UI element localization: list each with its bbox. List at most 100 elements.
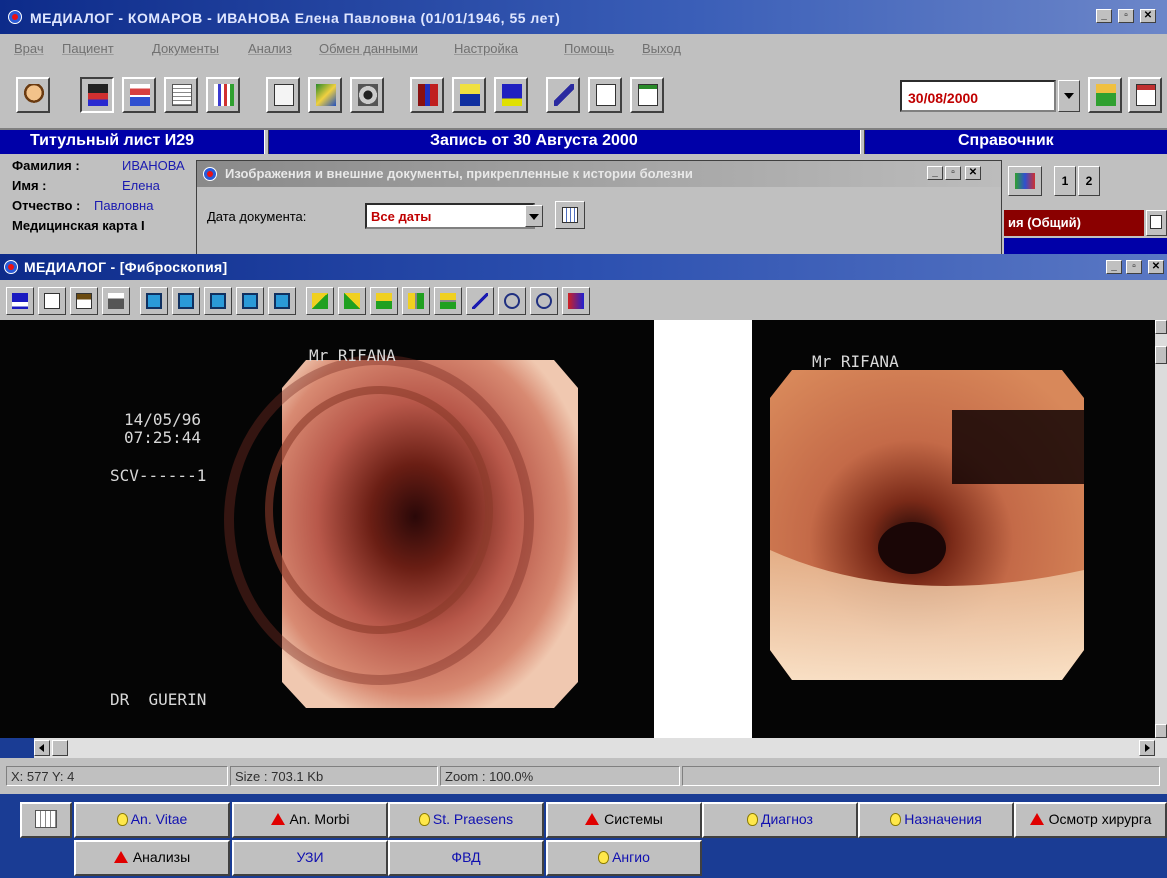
grid-view-button[interactable]: [20, 802, 72, 838]
dialog-close-button[interactable]: ✕: [965, 166, 981, 180]
dialog-maximize-button[interactable]: ▫: [945, 166, 961, 180]
vertical-scroll-thumb[interactable]: [1155, 346, 1167, 364]
color-adjust-icon: [568, 293, 584, 309]
menu-item-documents[interactable]: Документы: [152, 41, 219, 56]
row2-tab-3[interactable]: Ангио: [546, 840, 702, 876]
save-button[interactable]: [6, 287, 34, 315]
doctor-face-button[interactable]: [16, 77, 50, 113]
print-button[interactable]: [102, 287, 130, 315]
dialog-minimize-button[interactable]: _: [927, 166, 943, 180]
reference-label[interactable]: Справочник: [958, 132, 1054, 150]
document-date-dropdown[interactable]: [525, 205, 543, 227]
flip-vertical-button[interactable]: [434, 287, 462, 315]
documents-dialog-title[interactable]: Изображения и внешние документы, прикреп…: [197, 161, 1001, 187]
maximize-button[interactable]: ▫: [1118, 9, 1134, 23]
fibroscopy-title-bar[interactable]: МЕДИАЛОГ - [Фиброскопия] _ ▫ ✕: [0, 254, 1167, 280]
fit-window-button[interactable]: [140, 287, 168, 315]
page-2-button[interactable]: 2: [1078, 166, 1100, 196]
menu-item-exit[interactable]: Выход: [642, 41, 681, 56]
fit-width-button[interactable]: [172, 287, 200, 315]
paste-button[interactable]: [70, 287, 98, 315]
medicine-button[interactable]: [1008, 166, 1042, 196]
horizontal-scroll-thumb[interactable]: [52, 740, 68, 756]
menu-item-settings[interactable]: Настройка: [454, 41, 518, 56]
patient-card-button[interactable]: [80, 77, 114, 113]
horizontal-scrollbar[interactable]: [34, 738, 1167, 758]
menu-item-analysis[interactable]: Анализ: [248, 41, 292, 56]
vertical-scrollbar[interactable]: [1155, 320, 1167, 738]
fit-height-button[interactable]: [204, 287, 232, 315]
band-separator: [264, 130, 269, 154]
rotate-left-button[interactable]: [306, 287, 334, 315]
title-page-label[interactable]: Титульный лист И29: [30, 132, 194, 150]
fibroscopy-window: МЕДИАЛОГ - [Фиброскопия] _ ▫ ✕ Mr RIFANA…: [0, 254, 1167, 794]
page-1-button[interactable]: 1: [1054, 166, 1076, 196]
menu-item-data-exchange[interactable]: Обмен данными: [319, 41, 418, 56]
menu-item-help[interactable]: Помощь: [564, 41, 614, 56]
zoom-in-button[interactable]: [498, 287, 526, 315]
row2-tab-0[interactable]: Анализы: [74, 840, 230, 876]
mail-button[interactable]: [266, 77, 300, 113]
calendar-pick-button[interactable]: [555, 201, 585, 229]
scroll-left-button[interactable]: [34, 740, 50, 756]
row1-tab-3[interactable]: Системы: [546, 802, 702, 838]
close-button[interactable]: ✕: [1140, 9, 1156, 23]
patient-profile-button[interactable]: [122, 77, 156, 113]
patronymic-value: Павловна: [94, 198, 154, 213]
lightbulb-icon: [598, 851, 610, 864]
computer-button[interactable]: [494, 77, 528, 113]
tools-button[interactable]: [546, 77, 580, 113]
lightbulb-icon: [116, 813, 128, 826]
text-button[interactable]: [588, 77, 622, 113]
row1-tab-0[interactable]: An. Vitae: [74, 802, 230, 838]
image-button[interactable]: [308, 77, 342, 113]
main-title-bar[interactable]: МЕДИАЛОГ - КОМАРОВ - ИВАНОВА Елена Павло…: [0, 0, 1167, 34]
crop-button[interactable]: [466, 287, 494, 315]
general-section-tab[interactable]: ия (Общий): [1004, 210, 1144, 236]
app-icon: [8, 10, 22, 24]
rotate-right-button[interactable]: [338, 287, 366, 315]
calendar-button[interactable]: [1128, 77, 1162, 113]
scroll-down-button[interactable]: [1155, 724, 1167, 738]
minimize-button[interactable]: _: [1096, 9, 1112, 23]
calendar-mini-button[interactable]: [1146, 210, 1167, 236]
flip-horizontal-button[interactable]: [402, 287, 430, 315]
color-adjust-button[interactable]: [562, 287, 590, 315]
scroll-up-button[interactable]: [1155, 320, 1167, 334]
clipboard-button[interactable]: [630, 77, 664, 113]
row1-tab-6[interactable]: Осмотр хирурга: [1014, 802, 1167, 838]
copy-button[interactable]: [38, 287, 66, 315]
books-button[interactable]: [410, 77, 444, 113]
picture-icon: [316, 84, 336, 106]
row2-tab-1[interactable]: УЗИ: [232, 840, 388, 876]
row1-tab-5[interactable]: Назначения: [858, 802, 1014, 838]
document-date-select[interactable]: Все даты: [365, 203, 535, 229]
rotate-180-button[interactable]: [370, 287, 398, 315]
row1-tab-2[interactable]: St. Praesens: [388, 802, 544, 838]
viewer-close-button[interactable]: ✕: [1148, 260, 1164, 274]
viewer-minimize-button[interactable]: _: [1106, 260, 1122, 274]
actual-size-button[interactable]: [236, 287, 264, 315]
image-viewer[interactable]: Mr RIFANA 14/05/96 07:25:44 SCV------1 D…: [0, 320, 1155, 738]
reference-list-row[interactable]: [1004, 238, 1167, 254]
row2-tab-2[interactable]: ФВД: [388, 840, 544, 876]
date-dropdown-button[interactable]: [1058, 80, 1080, 112]
document-add-button[interactable]: [164, 77, 198, 113]
name-value: Елена: [122, 178, 160, 193]
zoom-out-button[interactable]: [530, 287, 558, 315]
viewer-maximize-button[interactable]: ▫: [1126, 260, 1142, 274]
menu-item-patient[interactable]: Пациент: [62, 41, 114, 56]
rotate-right-icon: [344, 293, 360, 309]
phone-button[interactable]: [452, 77, 486, 113]
camera-button[interactable]: [350, 77, 384, 113]
row1-tab-1[interactable]: An. Morbi: [232, 802, 388, 838]
exam-date-overlay: 14/05/96: [124, 410, 202, 429]
row1-tab-4[interactable]: Диагноз: [702, 802, 858, 838]
chart-button[interactable]: [206, 77, 240, 113]
add-patient-button[interactable]: [1088, 77, 1122, 113]
scroll-right-button[interactable]: [1139, 740, 1155, 756]
menu-item-doctor[interactable]: Врач: [14, 41, 44, 56]
full-screen-button[interactable]: [268, 287, 296, 315]
date-field[interactable]: 30/08/2000: [900, 80, 1056, 112]
endoscopy-image-right: Mr RIFANA: [752, 320, 1155, 738]
